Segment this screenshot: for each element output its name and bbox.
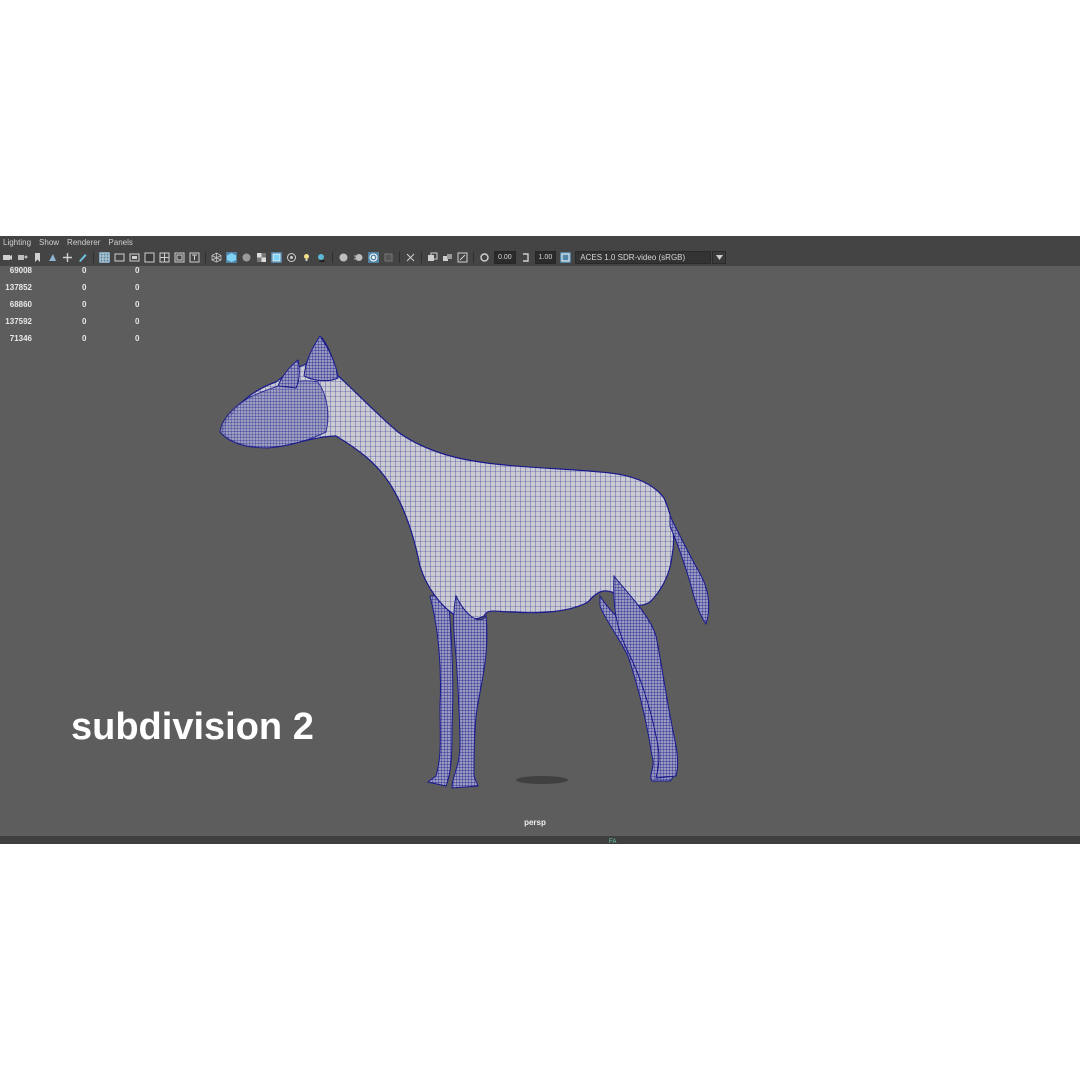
panel-toolbar: 0.00 1.00 ACES 1.0 SDR-video (sRGB) (0, 249, 1080, 266)
hud-row: 69008 0 0 (0, 266, 160, 283)
ambient-occlusion-icon[interactable] (338, 252, 349, 263)
camera-frame-icon[interactable] (427, 252, 438, 263)
hud-value: 0 (82, 334, 87, 343)
motion-blur-icon[interactable] (353, 252, 364, 263)
toolbar-separator (332, 252, 333, 263)
near-hind-leg (613, 574, 679, 779)
toolbar-separator (473, 252, 474, 263)
menu-lighting[interactable]: Lighting (0, 236, 36, 249)
toolbar-separator (93, 252, 94, 263)
hud-value: 0 (82, 300, 87, 309)
hud-value: 0 (135, 334, 140, 343)
panel-menubar: Lighting Show Renderer Panels (0, 236, 1080, 249)
hud-value: 68860 (9, 300, 32, 309)
field-chart-icon[interactable] (159, 252, 170, 263)
smooth-shade-icon[interactable] (226, 252, 237, 263)
toolbar-separator (421, 252, 422, 263)
hud-value: 0 (135, 300, 140, 309)
isolate-icon[interactable] (368, 252, 379, 263)
select-camera-icon[interactable] (2, 252, 13, 263)
tail-mesh (669, 515, 710, 626)
resolution-gate-icon[interactable] (129, 252, 140, 263)
poly-count-hud: 69008 0 0 137852 0 0 68860 0 0 137592 0 … (0, 266, 160, 351)
menu-panels[interactable]: Panels (105, 236, 137, 249)
hud-row: 71346 0 0 (0, 334, 160, 351)
gamma-icon[interactable] (520, 252, 531, 263)
hud-row: 68860 0 0 (0, 300, 160, 317)
wireframe-on-shaded-icon[interactable] (271, 252, 282, 263)
safe-action-icon[interactable] (174, 252, 185, 263)
shadows-icon[interactable] (316, 252, 327, 263)
anti-aliasing-icon[interactable] (383, 252, 394, 263)
depth-of-field-icon[interactable] (405, 252, 416, 263)
head-mesh (219, 380, 329, 449)
default-material-icon[interactable] (241, 252, 252, 263)
camera-attributes-icon[interactable] (17, 252, 28, 263)
axis-gizmo: FA (609, 839, 617, 844)
2d-pan-zoom-icon[interactable] (62, 252, 73, 263)
hud-row: 137592 0 0 (0, 317, 160, 334)
toolbar-separator (399, 252, 400, 263)
textured-icon[interactable] (256, 252, 267, 263)
exposure-field[interactable]: 0.00 (494, 251, 516, 264)
chevron-down-icon[interactable] (712, 251, 727, 264)
film-gate-icon[interactable] (114, 252, 125, 263)
viewport-canvas[interactable] (0, 236, 1080, 844)
hud-value: 0 (82, 266, 87, 275)
hud-value: 0 (82, 317, 87, 326)
hud-value: 137592 (5, 317, 32, 326)
menu-renderer[interactable]: Renderer (64, 236, 105, 249)
gate-mask-icon[interactable] (144, 252, 155, 263)
hud-value: 0 (135, 317, 140, 326)
lights-icon[interactable] (301, 252, 312, 263)
okapi-wireframe-model (219, 335, 710, 789)
hud-row: 137852 0 0 (0, 283, 160, 300)
image-plane-icon[interactable] (47, 252, 58, 263)
ground-shadow (516, 776, 568, 784)
camera-name-label: persp (524, 818, 546, 827)
hud-value: 69008 (9, 266, 32, 275)
ear-mesh-back (277, 359, 300, 389)
hud-value: 71346 (9, 334, 32, 343)
exposure-icon[interactable] (479, 252, 490, 263)
hud-value: 0 (135, 266, 140, 275)
hud-value: 0 (82, 283, 87, 292)
color-management-icon[interactable] (560, 252, 572, 263)
gamma-field[interactable]: 1.00 (534, 251, 557, 264)
subdivision-caption: subdivision 2 (71, 706, 314, 748)
safe-title-icon[interactable] (189, 252, 200, 263)
stereo-icon[interactable] (442, 252, 453, 263)
bookmark-icon[interactable] (32, 252, 43, 263)
hud-value: 137852 (5, 283, 32, 292)
menu-show[interactable]: Show (36, 236, 64, 249)
grease-pencil-icon[interactable] (77, 252, 88, 263)
toolbar-separator (205, 252, 206, 263)
hud-value: 0 (135, 283, 140, 292)
grid-icon[interactable] (99, 252, 110, 263)
maya-viewport-panel: Lighting Show Renderer Panels 0.00 1.00 … (0, 236, 1080, 844)
xray-icon[interactable] (286, 252, 297, 263)
far-front-leg (426, 595, 454, 787)
ear-mesh (303, 335, 339, 382)
view-transform-dropdown[interactable]: ACES 1.0 SDR-video (sRGB) (575, 251, 712, 264)
snapshot-icon[interactable] (457, 252, 468, 263)
near-front-leg (451, 594, 488, 789)
viewport-bottom-bar (0, 836, 1080, 844)
wireframe-icon[interactable] (211, 252, 222, 263)
